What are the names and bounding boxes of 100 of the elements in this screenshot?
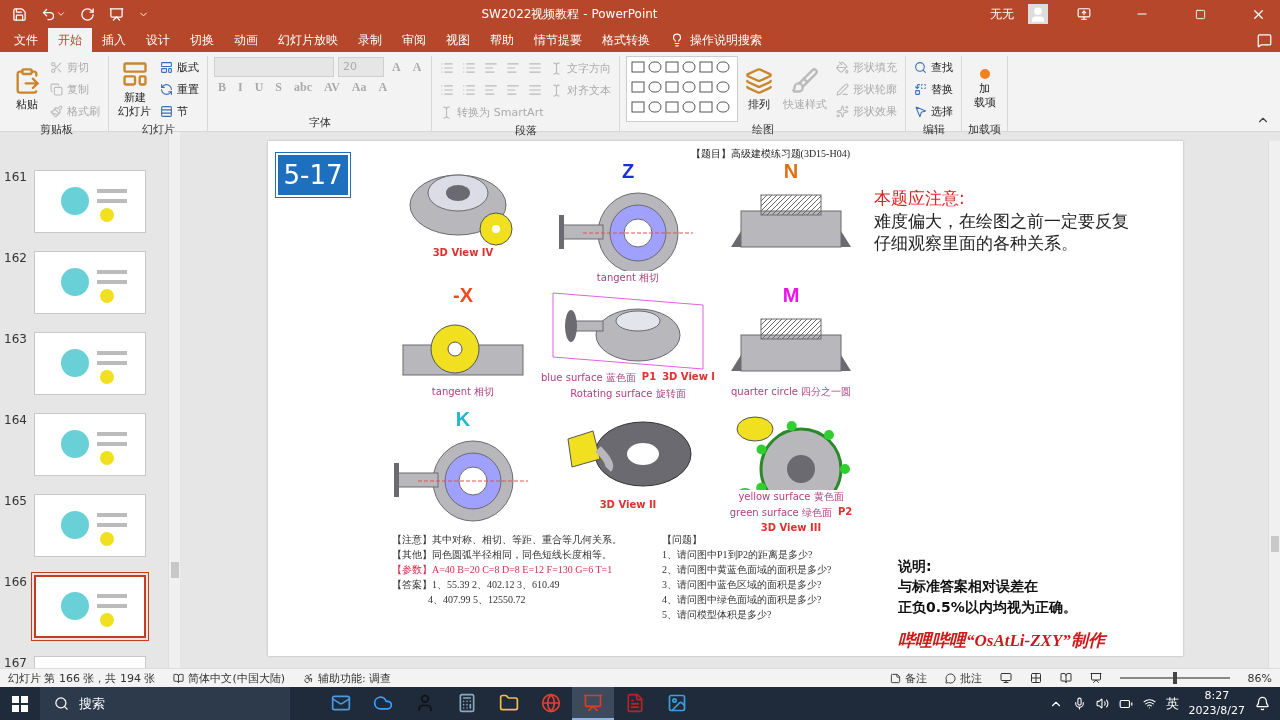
ribbon-button[interactable]: 选择 [912,100,956,122]
slide-number: 164 [3,413,28,427]
note-line: 【答案】1、55.39 2、402.12 3、610.49 [392,578,561,592]
network-icon[interactable] [1142,697,1156,710]
ribbon-tab[interactable]: 插入 [92,28,136,52]
ribbon-button[interactable]: 新建 幻灯片 [115,59,154,119]
question-line: 1、请问图中P1到P2的距离是多少? [662,548,814,562]
notification-icon[interactable] [1255,696,1270,711]
ribbon-button[interactable]: 粘贴 [10,66,44,112]
remark-heading: 说明: [898,558,933,577]
drawing-label: Rotating surface 旋转面 [570,387,686,401]
zoom-level[interactable]: 86% [1247,671,1272,685]
group-label: 幻灯片 [140,122,176,137]
save-icon[interactable] [12,6,27,22]
question-line: 4、请问图中绿色面域的面积是多少? [662,593,823,607]
input-method[interactable]: 英 [1165,694,1179,713]
slide-number: 166 [3,575,28,589]
ribbon-tab[interactable]: 切换 [180,28,224,52]
ribbon-tab[interactable]: 情节提要 [524,28,592,52]
group-label: 字体 [307,115,332,131]
remark-text: 正负0.5%以内均视为正确。 [898,597,1078,617]
paragraph-format-icon [484,61,499,75]
ribbon-button[interactable]: 版式 [158,56,201,78]
taskbar-search[interactable]: 搜索 [40,687,290,720]
ribbon-tab[interactable]: 文件 [4,28,48,52]
group-label: 剪贴板 [38,122,74,137]
ribbon-tab[interactable]: 视图 [436,28,480,52]
drawing-label: tangent 相切 [596,271,660,285]
paragraph-format-icon [462,83,477,97]
slide-thumbnail[interactable] [34,170,146,233]
comments-button[interactable]: 批注 [944,670,982,686]
view-letter: M [782,285,800,305]
speaker-icon[interactable] [1095,697,1109,710]
microphone-icon[interactable] [1072,697,1086,710]
shape-gallery[interactable] [626,56,739,122]
ribbon-tab[interactable]: 幻灯片放映 [268,28,348,52]
language-status[interactable]: 简体中文(中国大陆) [173,670,286,686]
question-line: 【问题】 [662,533,703,547]
tell-me-search[interactable]: 操作说明搜索 [660,28,772,52]
group-label: 加载项 [968,122,1002,137]
drawing-label: 3D View III [760,522,822,533]
slide-thumbnail[interactable] [34,494,146,557]
group-label: 绘图 [750,122,775,137]
ribbon-icon [50,60,63,74]
drawing-label: green surface 绿色面 [729,506,832,520]
ribbon-icon [160,60,173,74]
ribbon-button[interactable]: 节 [158,100,201,122]
view-letter: K [455,409,471,429]
comments-icon[interactable] [1257,33,1272,48]
taskbar-clock[interactable]: 8:27 2023/8/27 [1188,689,1245,718]
ribbon-button[interactable]: 替换 [912,78,956,100]
ribbon-icon [745,66,774,95]
ribbon-tab[interactable]: 设计 [136,28,180,52]
ribbon-button[interactable]: 查找 [912,56,956,78]
paragraph-format-icon [506,61,521,75]
view-letter: Z [621,161,635,181]
ribbon-tab[interactable]: 审阅 [392,28,436,52]
slide-thumbnail[interactable] [34,332,146,395]
drawing-label: blue surface 蓝色面 [540,371,636,385]
paragraph-format-icon [528,61,543,75]
ribbon-button[interactable]: 加 载项 [968,68,1002,110]
reading-view-icon[interactable] [1059,672,1072,684]
note-line: 【注意】其中对称、相切、等距、重合等几何关系。 [392,533,623,547]
paragraph-format-icon [506,83,521,97]
ribbon-tab[interactable]: 帮助 [480,28,524,52]
accessibility-status[interactable]: 辅助功能: 调查 [303,670,392,686]
drawing-label: 3D View I [662,371,716,384]
ribbon-icon [120,59,149,88]
drawing-label: 3D View IV [432,247,494,258]
ribbon-button[interactable]: 排列 [742,66,777,112]
slide-thumbnail[interactable] [34,251,146,314]
slide-counter: 幻灯片 第 166 张，共 194 张 [8,670,156,686]
sorter-view-icon[interactable] [1029,672,1042,684]
ribbon-icon [914,82,928,96]
taskbar-app-icon[interactable] [572,687,614,720]
undo-icon[interactable] [41,6,66,22]
accessibility-icon [303,672,315,684]
drawing-label: P2 [837,506,853,519]
normal-view-icon[interactable] [999,672,1012,684]
present-icon[interactable] [109,6,124,22]
redo-icon[interactable] [80,6,95,22]
ribbon-tab[interactable]: 动画 [224,28,268,52]
view-letter: -X [453,285,473,305]
slide-number: 163 [3,332,28,346]
slideshow-icon[interactable] [1089,672,1102,684]
view-letter: N [783,161,799,181]
slide-thumbnail[interactable] [34,575,146,638]
ribbon-button[interactable]: 重置 [158,78,201,100]
slide-scrollbar[interactable] [1268,141,1280,668]
notes-icon [889,672,901,684]
ribbon-icon [50,82,63,96]
remark-text: 与标准答案相对误差在 [898,577,1039,597]
ribbon-tab[interactable]: 录制 [348,28,392,52]
ribbon-tab[interactable]: 开始 [48,28,92,52]
notes-button[interactable]: 备注 [889,670,927,686]
question-line: 3、请问图中蓝色区域的面积是多少? [662,578,823,592]
ribbon-tab[interactable]: 格式转换 [592,28,660,52]
thumbnail-scrollbar[interactable] [168,132,180,668]
slide-number: 162 [3,251,28,265]
slide-thumbnail[interactable] [34,413,146,476]
